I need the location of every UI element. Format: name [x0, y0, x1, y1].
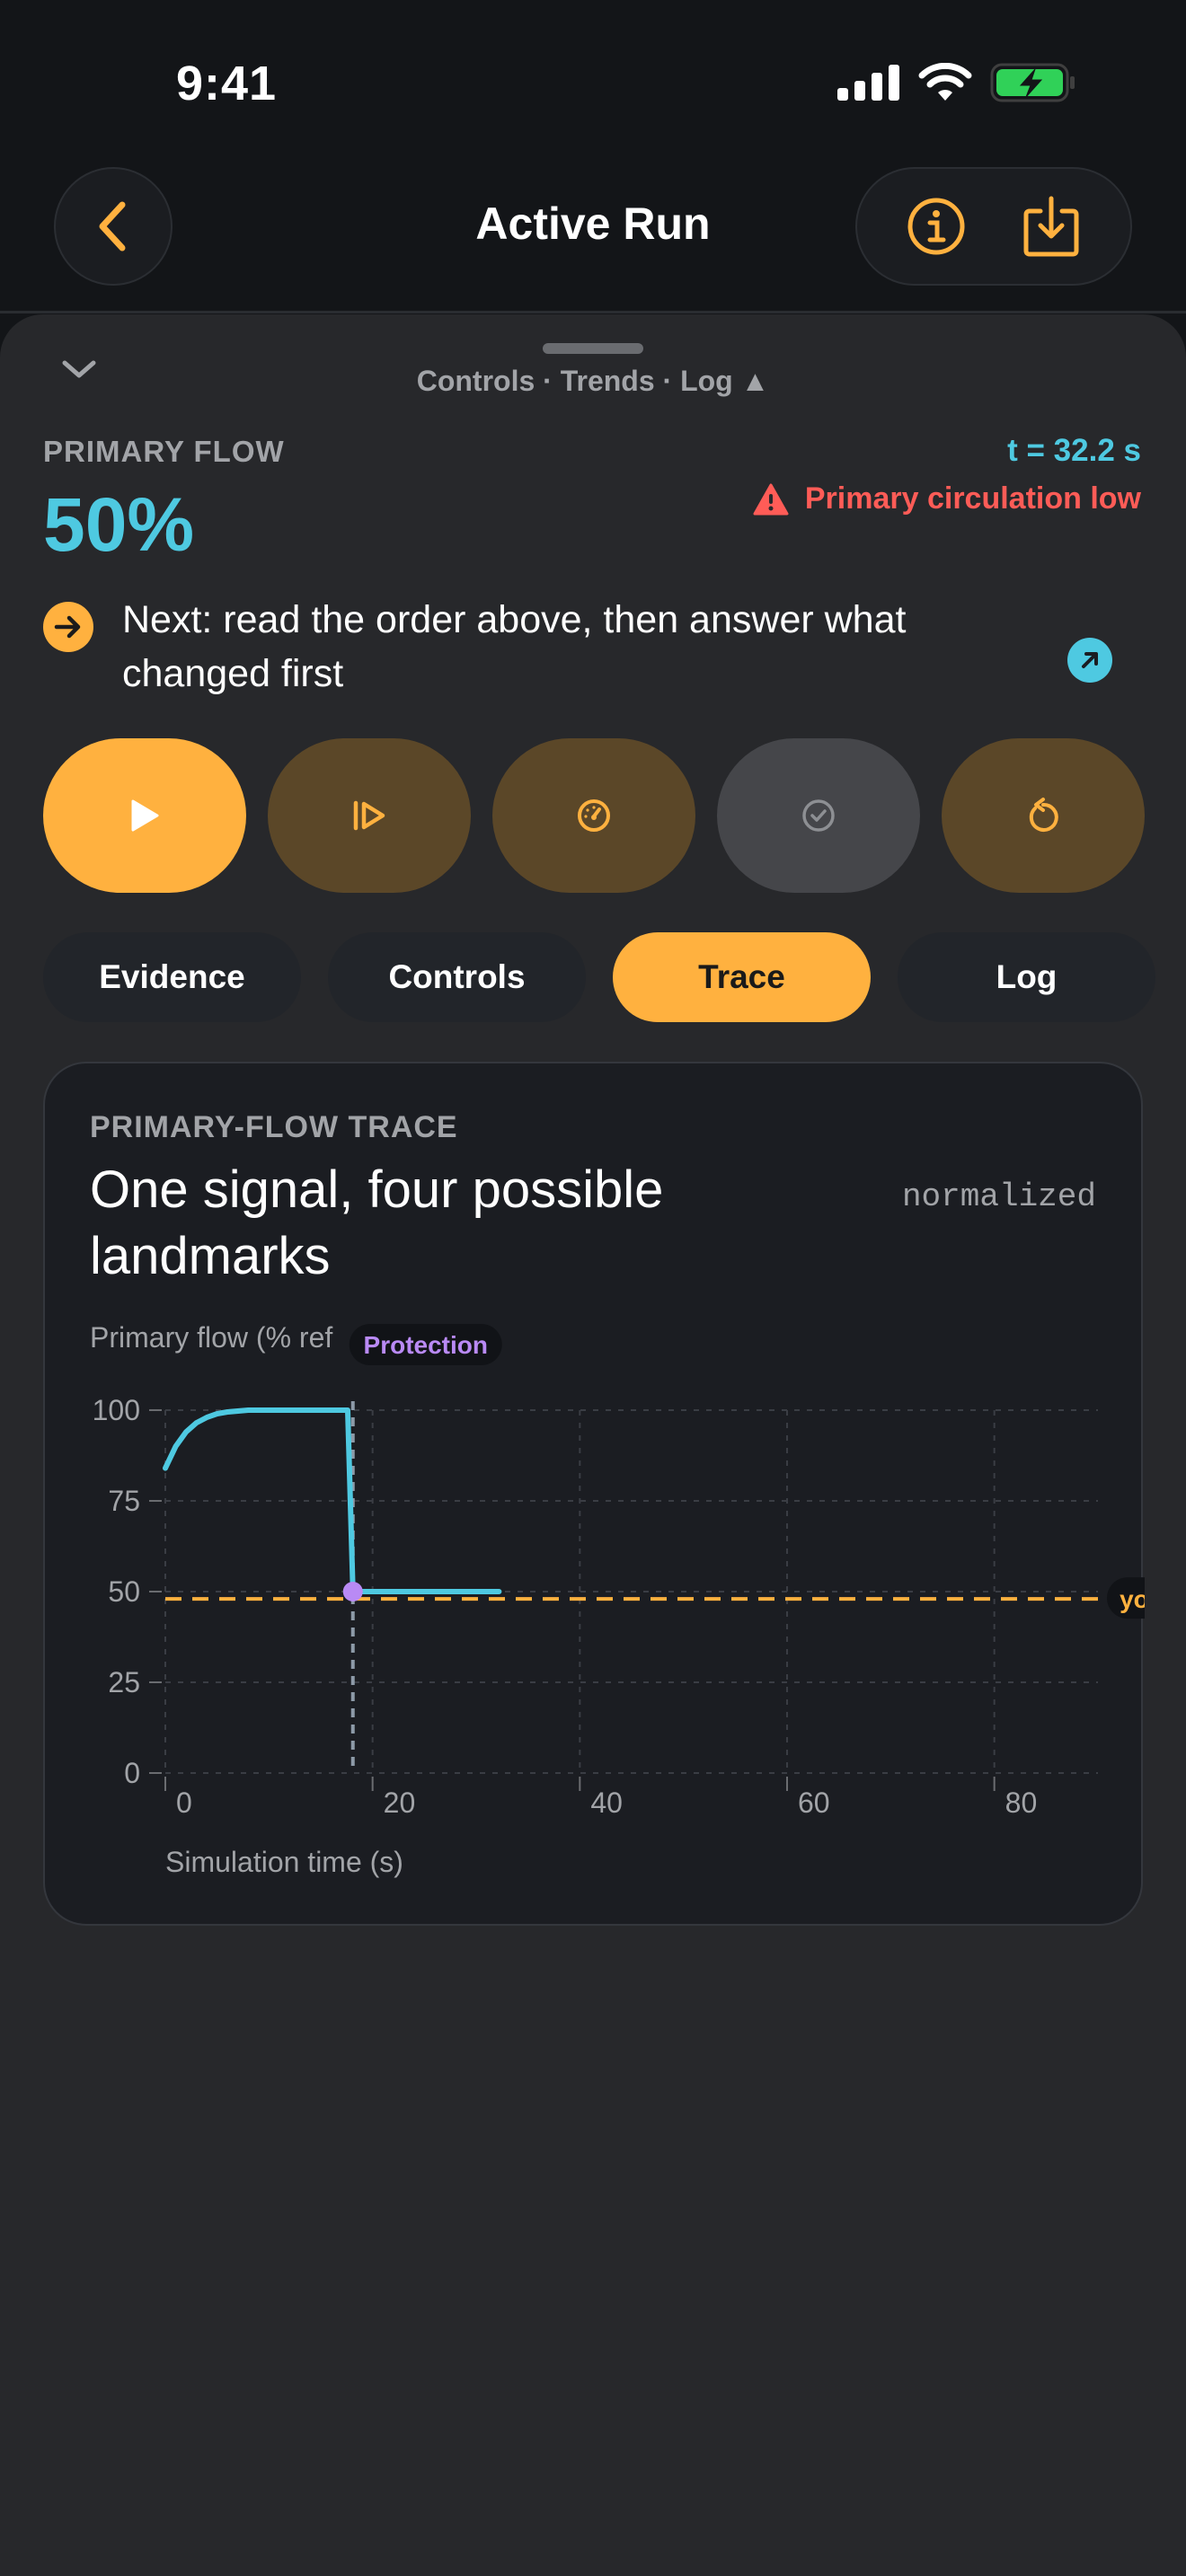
play-button[interactable] — [43, 738, 246, 893]
x-tick-label: 20 — [384, 1786, 416, 1819]
sheet-grabber[interactable] — [543, 343, 643, 354]
info-icon — [907, 198, 965, 255]
trace-card: PRIMARY-FLOW TRACE One signal, four poss… — [43, 1062, 1145, 1926]
event-point — [342, 1582, 363, 1601]
info-button[interactable] — [900, 190, 972, 262]
arrow-up-right-icon — [1082, 652, 1098, 668]
speed-button[interactable] — [492, 738, 695, 893]
wifi-icon — [918, 63, 972, 101]
status-icons — [837, 63, 1076, 102]
y-tick-label: 50 — [108, 1575, 140, 1608]
screen: 9:41 Active Run Controls · Trends · Log … — [0, 0, 1186, 2576]
status-time: 9:41 — [176, 57, 278, 110]
play-icon — [131, 799, 159, 832]
reference-label: you — [1120, 1585, 1145, 1613]
y-tick-label: 75 — [108, 1485, 140, 1517]
control-sheet: Controls · Trends · Log ▲ PRIMARY FLOW 5… — [0, 314, 1186, 2576]
alarm-banner: Primary circulation low — [753, 481, 1141, 516]
primary-flow-chart: Primary flow (% ref 0 25 50 75 100 0 20 40 60 80 Si… — [90, 1321, 1145, 1878]
check-circle-icon — [802, 799, 835, 832]
tab-trace[interactable]: Trace — [613, 932, 871, 1022]
x-axis-label: Simulation time (s) — [165, 1846, 403, 1878]
y-axis-label: Primary flow (% ref — [90, 1321, 332, 1354]
sheet-sections-label[interactable]: Controls · Trends · Log ▲ — [0, 365, 1186, 398]
download-tray-icon — [1023, 196, 1079, 257]
reset-icon — [1029, 798, 1058, 832]
next-step-text: Next: read the order above, then answer … — [122, 598, 907, 695]
primary-flow-value: 50% — [43, 482, 195, 567]
event-label: Protection — [364, 1331, 488, 1359]
x-tick-label: 80 — [1005, 1786, 1038, 1819]
confirm-button[interactable] — [717, 738, 920, 893]
reset-button[interactable] — [942, 738, 1145, 893]
warning-icon — [753, 483, 789, 515]
x-tick-label: 0 — [176, 1786, 192, 1819]
step-forward-icon — [353, 800, 385, 831]
gauge-icon — [578, 799, 610, 832]
arrow-right-icon — [43, 602, 93, 652]
step-button[interactable] — [268, 738, 471, 893]
x-tick-label: 60 — [798, 1786, 830, 1819]
y-tick-label: 25 — [108, 1666, 140, 1698]
tab-controls[interactable]: Controls — [328, 932, 586, 1022]
y-tick-label: 0 — [124, 1757, 140, 1789]
battery-charging-icon — [990, 63, 1075, 102]
nav-actions — [855, 167, 1132, 286]
view-tabs: Evidence Controls Trace Log — [43, 932, 1155, 1022]
y-tick-label: 100 — [93, 1394, 140, 1426]
primary-flow-label: PRIMARY FLOW — [43, 435, 285, 468]
run-controls — [43, 738, 1145, 893]
open-link-button[interactable] — [1067, 638, 1112, 683]
alarm-text: Primary circulation low — [804, 481, 1141, 516]
x-tick-label: 40 — [590, 1786, 623, 1819]
export-button[interactable] — [1015, 190, 1087, 262]
tab-log[interactable]: Log — [898, 932, 1155, 1022]
simulation-time: t = 32.2 s — [1007, 433, 1141, 468]
nav-divider — [0, 311, 1186, 313]
next-step: Next: read the order above, then answer … — [43, 593, 1148, 701]
cellular-signal-icon — [837, 65, 899, 101]
tab-evidence[interactable]: Evidence — [43, 932, 301, 1022]
